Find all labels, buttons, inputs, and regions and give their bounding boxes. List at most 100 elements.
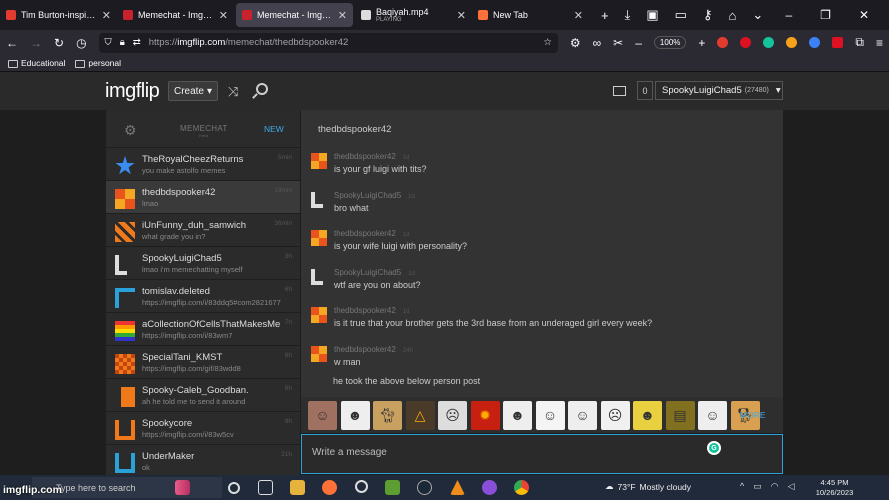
conversation-item[interactable]: Spookycore https://imgflip.com/i/83w5cv 9h [106, 412, 300, 445]
spongebob-template-icon[interactable]: ☻ [633, 400, 662, 430]
message-input[interactable] [312, 447, 692, 458]
cortana-icon[interactable] [228, 482, 240, 494]
restore-icon[interactable]: ❐ [820, 8, 831, 22]
conversation-item[interactable]: SpookyLuigiChad5 lmao i'm memechatting my… [106, 247, 300, 280]
conversation-item[interactable]: SpecialTani_KMST https://imgflip.com/gif/… [106, 346, 300, 379]
message-author[interactable]: SpookyLuigiChad5 1d [334, 191, 415, 200]
message-author[interactable]: thedbdspooker42 1d [334, 229, 410, 238]
conversation-item[interactable]: tomislav.deleted https://imgflip.com/i/83… [106, 280, 300, 313]
bookmark-folder-educational[interactable]: Educational [8, 58, 65, 68]
wifi-icon[interactable]: ◠ [771, 481, 779, 492]
key-icon[interactable]: ⚷ [703, 7, 713, 23]
avatar[interactable] [311, 268, 323, 285]
minimize-icon[interactable]: – [785, 8, 792, 22]
home-icon[interactable]: ⌂ [728, 8, 736, 23]
blue-extension-icon[interactable] [809, 37, 821, 48]
conversation-item[interactable]: aCollectionOfCellsThatMakesMe https://img… [106, 313, 300, 346]
avatar[interactable] [311, 345, 327, 362]
new-tab-icon[interactable]: + [601, 8, 609, 23]
conversation-item[interactable]: UnderMaker ok 21h [106, 445, 300, 475]
me-gusta-template-icon[interactable]: ☹ [438, 400, 467, 430]
message-author[interactable]: thedbdspooker42 1d [334, 152, 410, 161]
browser-tab[interactable]: Memechat - Imgflip ✕ [236, 3, 353, 27]
reload-icon[interactable]: ↻ [54, 36, 64, 50]
puzzle-red-extension-icon[interactable] [832, 37, 844, 48]
avatar[interactable] [311, 230, 327, 246]
close-window-icon[interactable]: ✕ [859, 8, 869, 22]
grammarly-extension-icon[interactable] [763, 37, 775, 48]
troll-face-template-icon[interactable]: ☻ [340, 400, 370, 430]
library-icon[interactable]: ▣ [646, 7, 658, 23]
cat-template-icon[interactable]: 🐈︎ [373, 400, 402, 430]
chevron-up-icon[interactable]: ^ [740, 481, 744, 492]
mail-icon[interactable] [613, 86, 626, 96]
lock-icon[interactable]: 🔒︎ [120, 37, 125, 48]
history-icon[interactable]: ◷ [76, 36, 86, 50]
notification-count[interactable]: 0 [637, 81, 653, 100]
adblock-extension-icon[interactable] [717, 37, 729, 48]
bookmark-folder-personal[interactable]: personal [75, 58, 121, 68]
avatar[interactable] [311, 191, 323, 208]
zoom-out-icon[interactable]: – [635, 36, 642, 50]
message-author[interactable]: SpookyLuigiChad5 1d [334, 268, 415, 277]
url-bar[interactable]: ⛉ 🔒︎ ⇄ https://imgflip.com/memechat/thed… [98, 32, 558, 53]
menu-icon[interactable]: ≡ [876, 36, 883, 50]
browser-tab[interactable]: Memechat - Imgflip ✕ [117, 0, 234, 30]
yao-ming-template-icon[interactable]: ☺ [568, 400, 597, 430]
conversation-item[interactable]: TheRoyalCheezReturns you make astolfo mem… [106, 148, 300, 181]
red-extension-icon[interactable] [740, 37, 752, 48]
steam-icon[interactable] [417, 480, 432, 495]
network-icon[interactable]: ▭ [753, 481, 762, 492]
close-tab-icon[interactable]: ✕ [102, 9, 111, 22]
deal-with-it-template-icon[interactable]: ▤ [665, 400, 695, 430]
close-tab-icon[interactable]: ✕ [338, 9, 347, 22]
folder-icon[interactable]: ▭ [675, 7, 687, 23]
minecraft-icon[interactable] [385, 480, 400, 495]
create-button[interactable]: Create ▾ [168, 81, 218, 101]
message-author[interactable]: thedbdspooker42 24h [334, 345, 413, 354]
chrome-icon[interactable] [514, 480, 529, 495]
woman-face-template-icon[interactable]: ☺ [308, 400, 337, 430]
gear-icon[interactable]: ⚙ [124, 122, 137, 139]
forward-icon[interactable]: → [30, 36, 42, 50]
clock-app-icon[interactable] [355, 480, 368, 493]
color-extension-icon[interactable] [786, 37, 798, 48]
task-view-icon[interactable] [258, 480, 273, 495]
browser-tab[interactable]: Tim Burton-inspired pi ✕ [0, 0, 117, 30]
chevron-down-icon[interactable]: ⌄ [752, 7, 763, 23]
downloads-icon[interactable]: ⤓ [625, 7, 631, 23]
explosion-template-icon[interactable]: ✹ [470, 400, 500, 430]
back-icon[interactable]: ← [6, 36, 18, 50]
user-menu-button[interactable]: SpookyLuigiChad5 (27480) ▾ [655, 81, 783, 100]
grammarly-icon[interactable]: G [707, 441, 721, 455]
volume-icon[interactable]: ◁ [788, 481, 795, 492]
close-tab-icon[interactable]: ✕ [457, 9, 466, 22]
avatar[interactable] [311, 153, 327, 169]
zoom-level[interactable]: 100% [653, 36, 687, 49]
forever-alone-template-icon[interactable]: ☹ [600, 400, 630, 430]
zoom-in-icon[interactable]: + [698, 36, 705, 50]
mask-icon[interactable]: ∞ [593, 36, 602, 50]
shuffle-icon[interactable]: ⤨ [228, 84, 238, 100]
close-tab-icon[interactable]: ✕ [574, 9, 583, 22]
derp-template-icon[interactable]: ☺ [535, 400, 565, 430]
shield-icon[interactable]: ⛉ [105, 37, 112, 48]
settings-icon[interactable]: ⚙ [570, 36, 581, 50]
bookmark-star-icon[interactable]: ☆ [543, 37, 552, 48]
conversation-item[interactable]: Spooky-Caleb_Goodban. ah he told me to se… [106, 379, 300, 412]
url-text[interactable]: https://imgflip.com/memechat/thedbdspook… [149, 37, 349, 48]
search-icon[interactable] [256, 83, 268, 95]
rage-face-template-icon[interactable]: ☻ [503, 400, 532, 430]
conversation-item[interactable]: thedbdspooker42 lmao 19min [106, 181, 300, 214]
close-tab-icon[interactable]: ✕ [219, 9, 228, 22]
browser-tab[interactable]: Baqiyah.mp4 PLAYING ✕ [355, 0, 472, 30]
weather-widget[interactable]: ☁ 73°F Mostly cloudy [605, 481, 691, 492]
conversation-item[interactable]: iUnFunny_duh_samwich what grade you in? 36… [106, 214, 300, 247]
firefox-icon[interactable] [322, 480, 337, 495]
message-author[interactable]: thedbdspooker42 1d [334, 306, 410, 315]
file-explorer-icon[interactable] [290, 480, 305, 495]
purple-app-icon[interactable] [482, 480, 497, 495]
permissions-icon[interactable]: ⇄ [133, 37, 141, 48]
new-chat-button[interactable]: NEW [264, 124, 284, 134]
avatar[interactable] [311, 307, 327, 323]
